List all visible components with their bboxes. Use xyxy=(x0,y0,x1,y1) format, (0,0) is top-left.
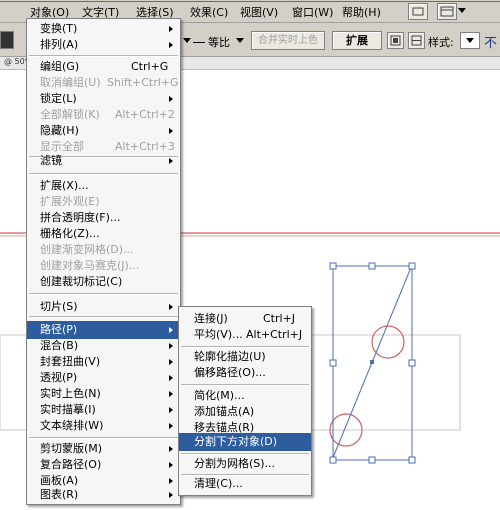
ratio-label: 等比 xyxy=(208,36,230,49)
align-icon xyxy=(390,35,401,46)
object-menu: 变换(T) 排列(A) 编组(G) Ctrl+G 取消编组(U) Shift+Ctr… xyxy=(26,18,181,489)
bridge-button[interactable] xyxy=(408,3,428,20)
menu-item-create-crop-marks[interactable]: 创建裁切标记(C) xyxy=(27,273,180,291)
menu-item-shortcut: Alt+Ctrl+J xyxy=(246,328,303,341)
menu-item-filters[interactable]: 滤镜 xyxy=(27,152,180,170)
submenu-arrow-icon xyxy=(169,446,173,452)
workspace-button[interactable] xyxy=(437,3,457,20)
chevron-down-icon xyxy=(466,38,474,43)
menu-object[interactable]: 对象(O) xyxy=(30,4,69,19)
menu-item-label: 图表(R) xyxy=(40,488,79,501)
submenu-arrow-icon xyxy=(169,96,173,102)
submenu-item-clean-up[interactable]: 清理(C)... xyxy=(179,475,311,493)
menu-separator xyxy=(29,173,178,175)
workspace-icon xyxy=(440,6,454,17)
menu-item-slice[interactable]: 切片(S) xyxy=(27,298,180,316)
menu-separator xyxy=(29,316,178,318)
menu-separator xyxy=(181,384,309,386)
menu-item-label: 切片(S) xyxy=(40,300,78,313)
align-button[interactable] xyxy=(387,32,404,49)
transform-icon xyxy=(411,35,422,46)
menu-item-label: 平均(V)... xyxy=(194,328,243,341)
submenu-arrow-icon xyxy=(169,407,173,413)
menu-item-arrange[interactable]: 排列(A) xyxy=(27,36,180,54)
submenu-arrow-icon xyxy=(169,462,173,468)
chevron-down-icon[interactable] xyxy=(458,8,466,14)
menu-window[interactable]: 窗口(W) xyxy=(292,4,333,19)
submenu-arrow-icon xyxy=(169,26,173,32)
menu-item-label: 排列(A) xyxy=(40,38,79,51)
submenu-arrow-icon xyxy=(169,327,173,333)
submenu-item-average[interactable]: 平均(V)... Alt+Ctrl+J xyxy=(179,326,311,344)
graphic-style-picker[interactable] xyxy=(460,32,480,49)
menu-item-label: 文本绕排(W) xyxy=(40,419,104,432)
chevron-down-icon[interactable] xyxy=(236,38,244,43)
submenu-arrow-icon xyxy=(169,423,173,429)
menu-item-text-wrap[interactable]: 文本绕排(W) xyxy=(27,417,180,435)
submenu-arrow-icon xyxy=(169,478,173,484)
chevron-down-icon[interactable] xyxy=(183,38,191,43)
menu-item-label: 滤镜 xyxy=(40,154,62,167)
path-submenu: 连接(J) Ctrl+J 平均(V)... Alt+Ctrl+J 轮廓化描边(U) … xyxy=(178,306,312,496)
circle-top[interactable] xyxy=(371,325,405,359)
menu-bar-accent-line xyxy=(0,1,500,2)
opacity-label[interactable]: 不 xyxy=(484,32,497,51)
menu-item-graph[interactable]: 图表(R) xyxy=(27,486,180,504)
fill-swatch[interactable] xyxy=(0,31,14,49)
menu-help[interactable]: 帮助(H) xyxy=(342,4,381,19)
menu-item-label: 偏移路径(O)... xyxy=(194,366,266,379)
bridge-icon xyxy=(412,7,424,16)
submenu-arrow-icon xyxy=(169,343,173,349)
menu-separator xyxy=(29,293,178,295)
expand-button[interactable]: 扩展 xyxy=(332,31,382,50)
menu-separator xyxy=(29,55,178,57)
menu-item-label: 清理(C)... xyxy=(194,477,243,490)
submenu-item-offset-path[interactable]: 偏移路径(O)... xyxy=(179,364,311,382)
submenu-arrow-icon xyxy=(169,158,173,164)
submenu-arrow-icon xyxy=(169,42,173,48)
submenu-arrow-icon xyxy=(169,391,173,397)
menu-view[interactable]: 视图(V) xyxy=(240,4,278,19)
menu-item-label: 分割下方对象(D) xyxy=(194,435,278,448)
submenu-item-split-into-grid[interactable]: 分割为网格(S)... xyxy=(179,455,311,473)
menu-effect[interactable]: 效果(C) xyxy=(190,4,228,19)
merge-live-paint-button[interactable]: 合并实时上色 xyxy=(251,31,325,50)
submenu-arrow-icon xyxy=(169,304,173,310)
submenu-item-divide-objects-below[interactable]: 分割下方对象(D) xyxy=(179,433,311,451)
menu-item-label: 分割为网格(S)... xyxy=(194,457,276,470)
menu-select[interactable]: 选择(S) xyxy=(136,4,174,19)
stroke-line-sample xyxy=(193,42,205,43)
selection-center-point xyxy=(370,360,374,364)
submenu-arrow-icon xyxy=(169,128,173,134)
menu-type[interactable]: 文字(T) xyxy=(82,4,119,19)
submenu-arrow-icon xyxy=(169,359,173,365)
transform-button[interactable] xyxy=(408,32,425,49)
submenu-arrow-icon xyxy=(169,375,173,381)
submenu-arrow-icon xyxy=(169,492,173,498)
menu-item-label: 创建裁切标记(C) xyxy=(40,275,123,288)
style-label: 样式: xyxy=(428,36,454,49)
menu-separator xyxy=(29,437,178,439)
object-menu-tail: 图表(R) xyxy=(26,486,181,505)
